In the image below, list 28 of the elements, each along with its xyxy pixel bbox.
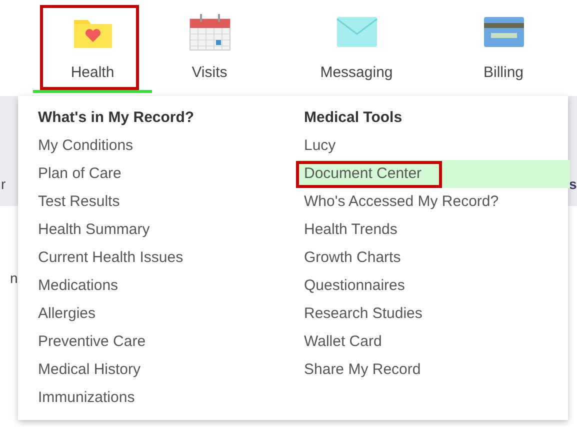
nav-tab[interactable]: Health: [33, 0, 152, 93]
menu-item[interactable]: Health Summary: [31, 216, 297, 244]
menu-item[interactable]: Share My Record: [297, 356, 563, 384]
menu-item[interactable]: Plan of Care: [31, 160, 297, 188]
menu-item[interactable]: Document Center: [297, 160, 570, 188]
partial-text: r: [1, 176, 6, 192]
nav-tab[interactable]: Messaging: [283, 0, 430, 93]
menu-item[interactable]: Health Trends: [297, 216, 563, 244]
menu-item[interactable]: Questionnaires: [297, 272, 563, 300]
menu-heading: What's in My Record?: [37, 108, 196, 128]
calendar-icon: [188, 12, 230, 52]
menu-item[interactable]: Current Health Issues: [31, 244, 297, 272]
menu-item[interactable]: Growth Charts: [297, 244, 563, 272]
menu-item[interactable]: My Conditions: [31, 132, 297, 160]
menu-item[interactable]: Allergies: [31, 300, 297, 328]
nav-tab[interactable]: Billing: [430, 0, 577, 93]
menu-item[interactable]: Who's Accessed My Record?: [297, 188, 563, 216]
menu-item[interactable]: Preventive Care: [31, 328, 297, 356]
menu-heading: Medical Tools: [303, 108, 404, 128]
menu-item[interactable]: Immunizations: [31, 384, 297, 412]
menu-item[interactable]: Wallet Card: [297, 328, 563, 356]
partial-text: n: [10, 270, 18, 286]
menu-item[interactable]: Test Results: [31, 188, 297, 216]
menu-item[interactable]: Research Studies: [297, 300, 563, 328]
menu-item[interactable]: Lucy: [297, 132, 563, 160]
menu-item[interactable]: Medications: [31, 272, 297, 300]
menu-item[interactable]: Medical History: [31, 356, 297, 384]
partial-text: s: [569, 176, 577, 192]
